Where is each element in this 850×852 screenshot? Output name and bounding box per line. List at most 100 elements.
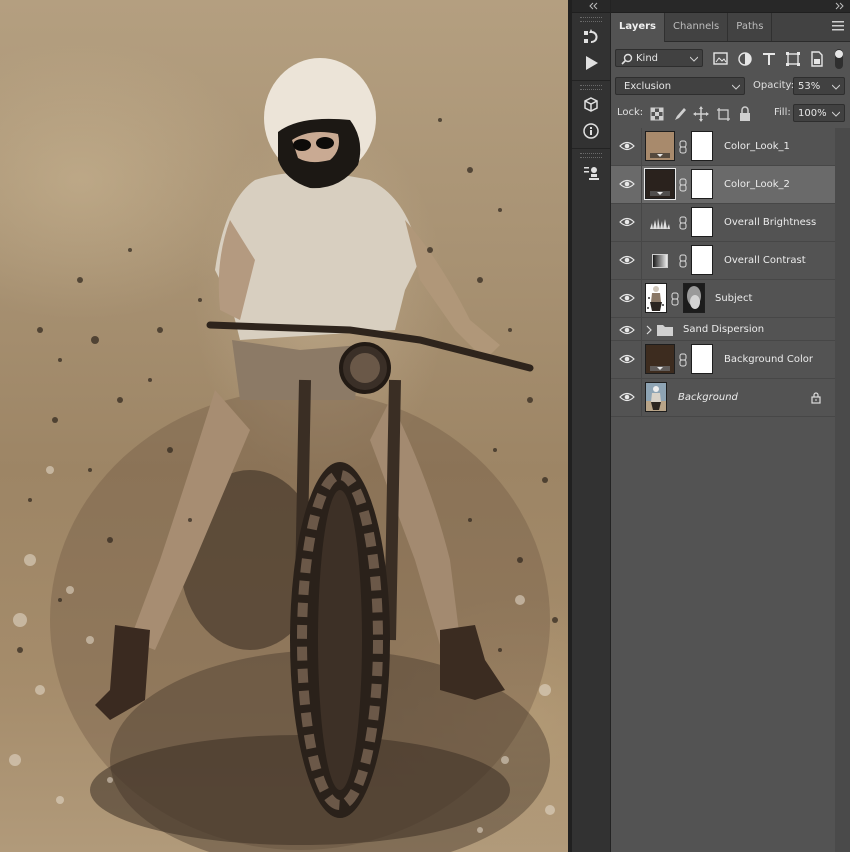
levels-histogram-icon[interactable]	[649, 214, 671, 230]
clone-source-icon	[584, 167, 599, 180]
3d-cube-icon	[584, 97, 598, 112]
blend-mode-value: Exclusion	[624, 81, 672, 92]
filter-toggle-icon[interactable]	[833, 48, 845, 70]
eye-visibility-icon[interactable]	[619, 324, 635, 336]
lock-position-icon[interactable]	[693, 106, 709, 122]
chevron-right-icon[interactable]	[645, 325, 653, 335]
fill-field[interactable]: 100%	[793, 104, 845, 122]
layer-thumbnail[interactable]	[645, 344, 675, 374]
info-icon	[583, 123, 599, 139]
panel-menu-icon[interactable]	[832, 21, 844, 31]
filter-row: Kind	[611, 48, 850, 70]
eye-visibility-icon[interactable]	[619, 140, 635, 152]
layer-name: Background Color	[724, 354, 813, 365]
panel-collapse-bar[interactable]	[611, 0, 850, 13]
gradient-map-icon[interactable]	[652, 254, 668, 268]
layer-row[interactable]: Subject	[611, 280, 835, 318]
filter-kind-dropdown[interactable]: Kind	[615, 49, 703, 67]
lock-image-icon[interactable]	[671, 106, 687, 122]
background-thumbnail-art	[646, 386, 666, 411]
eye-visibility-icon[interactable]	[619, 178, 635, 190]
canvas-artwork	[9, 58, 558, 852]
layer-name: Sand Dispersion	[683, 324, 765, 335]
fill-value: 100%	[798, 108, 827, 119]
link-chain-icon[interactable]	[670, 292, 680, 306]
strip-collapse-bar[interactable]	[572, 0, 610, 13]
layer-thumbnail[interactable]	[645, 131, 675, 161]
chevron-down-icon[interactable]	[832, 78, 840, 96]
collapse-arrows-icon[interactable]	[572, 0, 610, 12]
layer-thumbnail[interactable]	[645, 283, 667, 313]
tab-layers[interactable]: Layers	[611, 13, 665, 42]
opacity-value: 53%	[798, 81, 821, 92]
link-chain-icon[interactable]	[678, 254, 688, 268]
type-filter-icon[interactable]	[761, 51, 777, 67]
fill-label: Fill:	[774, 107, 791, 118]
eye-visibility-icon[interactable]	[619, 216, 635, 228]
image-filter-icon[interactable]	[713, 51, 729, 67]
layer-group-row[interactable]: Sand Dispersion	[611, 318, 835, 341]
lock-transparent-icon[interactable]	[649, 106, 665, 122]
smart-object-filter-icon[interactable]	[809, 51, 825, 67]
solid-fill-icon	[650, 366, 670, 371]
layer-mask-thumbnail[interactable]	[683, 283, 705, 313]
history-button[interactable]	[572, 24, 610, 50]
subject-thumbnail-art	[647, 286, 664, 311]
eye-visibility-icon[interactable]	[619, 353, 635, 365]
layer-mask-thumbnail[interactable]	[691, 207, 713, 237]
actions-button[interactable]	[572, 50, 610, 76]
filter-kind-label: Kind	[636, 53, 659, 64]
layer-row-background[interactable]: Background	[611, 379, 835, 417]
opacity-field[interactable]: 53%	[793, 77, 845, 95]
adjustment-filter-icon[interactable]	[737, 51, 753, 67]
layer-mask-thumbnail[interactable]	[691, 245, 713, 275]
lock-icon[interactable]	[811, 392, 821, 404]
solid-fill-icon	[650, 153, 670, 158]
mask-art	[687, 286, 701, 309]
clone-source-button[interactable]	[572, 160, 610, 186]
layer-thumbnail[interactable]	[644, 168, 676, 200]
tab-paths[interactable]: Paths	[728, 13, 773, 41]
lock-label: Lock:	[617, 107, 644, 118]
history-icon	[584, 29, 598, 43]
blend-mode-dropdown[interactable]: Exclusion	[615, 77, 745, 95]
eye-visibility-icon[interactable]	[619, 391, 635, 403]
layer-name: Subject	[715, 293, 753, 304]
collapse-arrows-icon[interactable]	[611, 0, 850, 12]
layer-row[interactable]: Overall Brightness	[611, 204, 835, 242]
layer-row[interactable]: Color_Look_1	[611, 128, 835, 166]
layer-row[interactable]: Background Color	[611, 341, 835, 379]
layer-mask-thumbnail[interactable]	[691, 344, 713, 374]
layers-scrollbar[interactable]	[835, 128, 850, 852]
chevron-down-icon[interactable]	[832, 105, 840, 123]
lock-row: Lock: Fill: 100%	[611, 103, 850, 123]
folder-icon	[657, 325, 673, 336]
layer-mask-thumbnail[interactable]	[691, 169, 713, 199]
layer-name: Overall Contrast	[724, 255, 806, 266]
shape-filter-icon[interactable]	[785, 51, 801, 67]
link-chain-icon[interactable]	[678, 178, 688, 192]
layer-mask-thumbnail[interactable]	[691, 131, 713, 161]
info-button[interactable]	[572, 118, 610, 144]
lock-all-icon[interactable]	[737, 106, 753, 122]
strip-grip[interactable]	[580, 153, 602, 158]
link-chain-icon[interactable]	[678, 140, 688, 154]
layer-row[interactable]: Overall Contrast	[611, 242, 835, 280]
3d-button[interactable]	[572, 92, 610, 118]
strip-grip[interactable]	[580, 85, 602, 90]
document-canvas[interactable]	[0, 0, 568, 852]
layer-name: Overall Brightness	[724, 217, 817, 228]
link-chain-icon[interactable]	[678, 353, 688, 367]
opacity-label: Opacity:	[753, 80, 795, 91]
search-icon	[621, 53, 633, 65]
tab-channels[interactable]: Channels	[665, 13, 729, 41]
strip-grip[interactable]	[580, 17, 602, 22]
eye-visibility-icon[interactable]	[619, 292, 635, 304]
eye-visibility-icon[interactable]	[619, 254, 635, 266]
blend-row: Exclusion Opacity: 53%	[611, 76, 850, 96]
layer-row-selected[interactable]: Color_Look_2	[611, 166, 835, 204]
layer-thumbnail[interactable]	[645, 382, 667, 412]
solid-fill-icon	[650, 191, 670, 196]
lock-artboard-icon[interactable]	[715, 106, 731, 122]
link-chain-icon[interactable]	[678, 216, 688, 230]
